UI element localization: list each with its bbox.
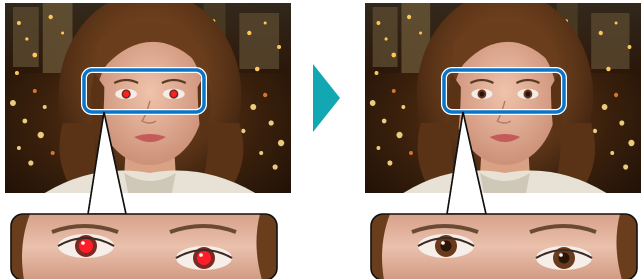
- eye-closeup-after: [370, 213, 638, 279]
- illustration-canvas: [5, 3, 641, 279]
- red-eye-correction-illustration: [0, 0, 642, 279]
- after-photo: [365, 3, 641, 193]
- right-triangle-arrow-icon: [313, 64, 340, 132]
- before-photo: [5, 3, 291, 193]
- eye-right-before: [162, 88, 185, 100]
- eye-right-after: [517, 88, 539, 100]
- eye-left-after: [471, 88, 493, 100]
- eye-closeup-before: [10, 213, 278, 279]
- eye-left-before: [115, 88, 138, 100]
